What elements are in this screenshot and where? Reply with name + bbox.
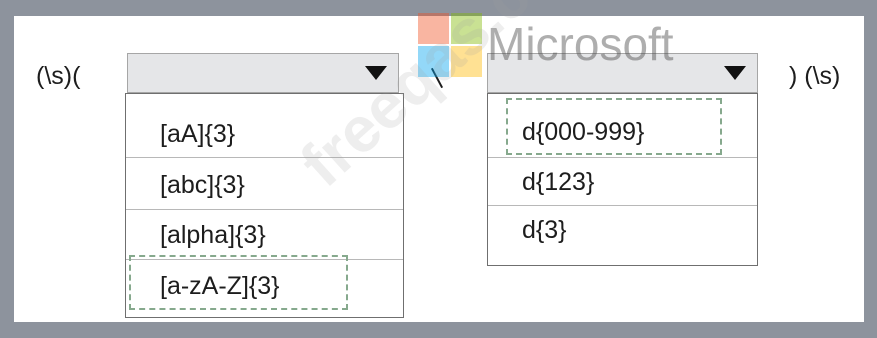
expression-suffix: ) (\s) bbox=[789, 62, 841, 90]
dropdown-right-toggle[interactable] bbox=[711, 54, 757, 92]
dropdown-left-option[interactable]: [a-zA-Z]{3} bbox=[126, 260, 403, 312]
expression-prefix: (\s)( bbox=[36, 62, 81, 90]
dropdown-right-option[interactable]: d{000-999} bbox=[488, 106, 757, 158]
dropdown-right-option[interactable]: d{3} bbox=[488, 206, 757, 254]
triangle-down-icon bbox=[724, 66, 746, 80]
dropdown-right-list: d{000-999} d{123} d{3} bbox=[487, 93, 758, 266]
dropdown-left-option[interactable]: [alpha]{3} bbox=[126, 210, 403, 260]
dropdown-right-option[interactable]: d{123} bbox=[488, 158, 757, 206]
